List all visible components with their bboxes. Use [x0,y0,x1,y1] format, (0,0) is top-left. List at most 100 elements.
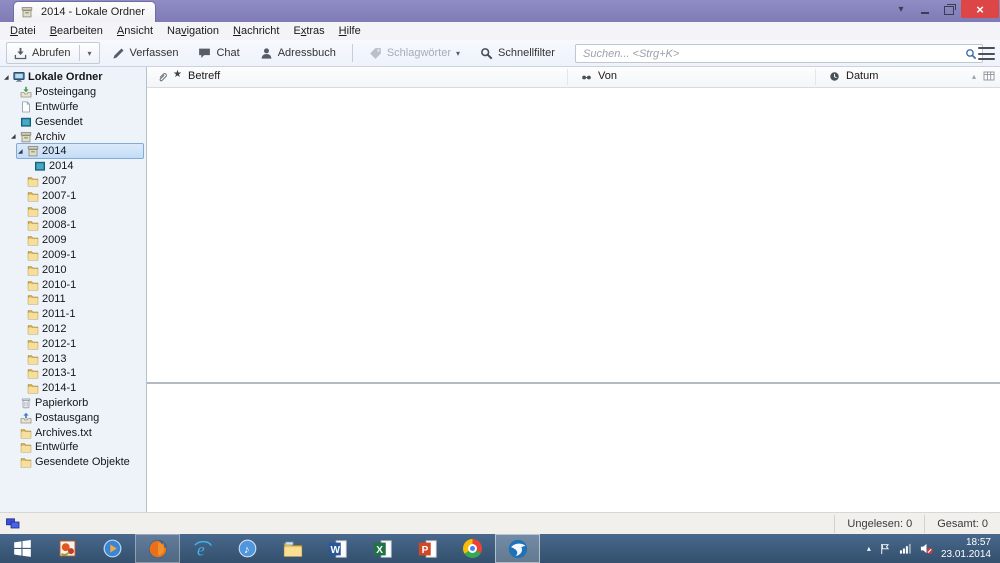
menu-extras[interactable]: Extras [286,23,331,39]
unread-count: Ungelesen: 0 [834,514,924,533]
folder-label: 2012 [42,322,67,335]
menu-hilfe[interactable]: Hilfe [332,23,368,39]
thunderbird-window: 2014 - Lokale Ordner ▾ × Datei Bearbeiten… [0,0,1000,563]
taskbar-clock[interactable]: 18:57 23.01.2014 [941,537,991,560]
column-betreff[interactable]: Betreff [188,70,220,82]
datum-column-icon [829,71,840,82]
taskbar-app-firefox[interactable] [135,534,180,563]
twisty-expanded-icon[interactable]: ◢ [17,148,27,155]
network-icon[interactable] [899,542,912,555]
toolbar-button-verfassen[interactable]: Verfassen [104,42,187,64]
taskbar-app-excel[interactable]: X [360,534,405,563]
menu-nachricht[interactable]: Nachricht [226,23,286,39]
column-von[interactable]: Von [598,70,617,82]
get-mail-icon [14,47,27,60]
toolbar-button-chat[interactable]: Chat [190,42,247,64]
toolbar-button-adressbuch[interactable]: Adressbuch [252,42,344,64]
folder-item-2012-1[interactable]: 2012-1 [0,336,146,351]
hidden-icons-button[interactable]: ▴ [867,544,871,553]
star-column-icon[interactable]: ★ [173,69,182,80]
minimize-button[interactable] [913,0,937,18]
folder-item-entw-rfe[interactable]: Entwürfe [0,100,146,115]
folder-item-2009[interactable]: 2009 [0,233,146,248]
folder-item-2011[interactable]: 2011 [0,292,146,307]
folder-icon [27,323,42,335]
menu-bearbeiten[interactable]: Bearbeiten [43,23,110,39]
folder-item-gesendet[interactable]: Gesendet [0,114,146,129]
folder-item-entw-rfe[interactable]: Entwürfe [0,440,146,455]
taskbar-app-media-player[interactable] [90,534,135,563]
taskbar-app-photos[interactable] [45,534,90,563]
taskbar-app-chrome[interactable] [450,534,495,563]
taskbar-app-powerpoint[interactable]: P [405,534,450,563]
action-center-flag-icon[interactable] [879,543,891,555]
toolbar-button-schnellfilter[interactable]: Schnellfilter [472,42,563,64]
folder-item-2009-1[interactable]: 2009-1 [0,248,146,263]
chat-icon [198,47,211,60]
tag-icon [369,47,382,60]
dropdown-arrow-icon[interactable]: ▾ [88,49,92,58]
taskbar-app-word[interactable]: W [315,534,360,563]
folder-item-2010[interactable]: 2010 [0,262,146,277]
folder-item-gesendete-objekte[interactable]: Gesendete Objekte [0,455,146,470]
menu-datei[interactable]: Datei [3,23,43,39]
folder-item-posteingang[interactable]: Posteingang [0,85,146,100]
folder-label: 2014 [49,160,74,173]
folder-item-2014[interactable]: ◢ 2014 [0,143,146,160]
status-bar: Ungelesen: 0 Gesamt: 0 [0,512,1000,534]
attachment-column-icon[interactable] [157,71,168,82]
folder-item-archives-txt[interactable]: Archives.txt [0,425,146,440]
folder-item-2008[interactable]: 2008 [0,203,146,218]
menubar: Datei Bearbeiten Ansicht Navigation Nachrich… [0,22,1000,40]
menu-navigation[interactable]: Navigation [160,23,226,39]
column-separator[interactable] [567,69,568,85]
window-tab[interactable]: 2014 - Lokale Ordner [13,1,156,22]
restore-button[interactable] [937,0,961,18]
folder-item-lokale-ordner[interactable]: ◢ Lokale Ordner [0,70,146,85]
search-input[interactable] [581,46,965,61]
total-count: Gesamt: 0 [924,514,1000,533]
taskbar-app-file-explorer[interactable] [270,534,315,563]
message-list[interactable] [147,88,1000,382]
folder-item-2013[interactable]: 2013 [0,351,146,366]
menu-ansicht[interactable]: Ansicht [110,23,160,39]
taskbar-app-thunderbird[interactable] [495,534,540,563]
volume-muted-icon[interactable] [920,542,933,555]
column-datum[interactable]: Datum [846,70,878,82]
online-status-icon[interactable] [6,517,20,530]
start-button[interactable] [0,534,45,563]
sort-direction-icon[interactable]: ▴ [972,72,976,81]
column-separator[interactable] [815,69,816,85]
tab-list-button[interactable]: ▾ [889,0,913,18]
folder-item-2007[interactable]: 2007 [0,174,146,189]
folder-label: Posteingang [35,86,97,99]
folder-item-2012[interactable]: 2012 [0,322,146,337]
toolbar-button-abrufen[interactable]: Abrufen ▾ [6,42,100,64]
app-menu-button[interactable] [978,46,995,61]
folder-item-2008-1[interactable]: 2008-1 [0,218,146,233]
search-icon[interactable] [965,48,977,60]
close-button[interactable]: × [961,0,999,18]
twisty-expanded-icon[interactable]: ◢ [10,133,20,140]
folder-item-2014[interactable]: 2014 [0,159,146,174]
taskbar-app-itunes[interactable]: ♪ [225,534,270,563]
folder-item-2013-1[interactable]: 2013-1 [0,366,146,381]
svg-text:P: P [421,545,428,556]
folder-item-2007-1[interactable]: 2007-1 [0,188,146,203]
file-explorer-icon [282,538,304,560]
folder-label: 2009 [42,234,67,247]
folder-icon [27,279,42,291]
folder-item-papierkorb[interactable]: Papierkorb [0,396,146,411]
thunderbird-icon [507,538,529,560]
folder-item-2010-1[interactable]: 2010-1 [0,277,146,292]
taskbar-app-internet-explorer[interactable]: e [180,534,225,563]
archive-icon [20,131,35,143]
folder-item-2011-1[interactable]: 2011-1 [0,307,146,322]
twisty-expanded-icon[interactable]: ◢ [3,74,13,81]
column-picker-icon[interactable] [983,70,995,82]
folder-item-archiv[interactable]: ◢ Archiv [0,129,146,144]
internet-explorer-icon: e [192,538,214,560]
folder-item-postausgang[interactable]: Postausgang [0,410,146,425]
sent-icon [20,116,35,128]
folder-item-2014-1[interactable]: 2014-1 [0,381,146,396]
